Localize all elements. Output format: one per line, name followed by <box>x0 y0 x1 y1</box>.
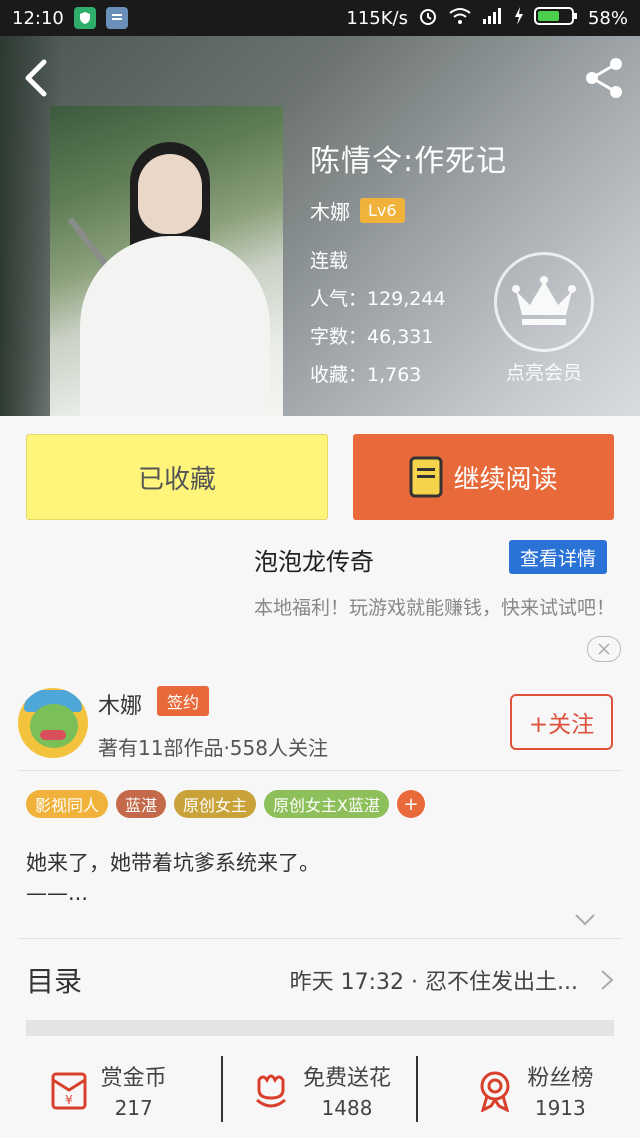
send-flower-button[interactable]: 免费送花 1488 <box>213 1050 426 1130</box>
svg-text:¥: ¥ <box>65 1093 73 1107</box>
share-icon <box>586 58 622 98</box>
flower-label: 免费送花 <box>302 1066 391 1091</box>
close-icon <box>598 643 610 655</box>
tag-item[interactable]: 原创女主X蓝湛 <box>264 790 390 818</box>
book-title: 陈情令:作死记 <box>310 144 508 179</box>
author-card: 木娜 签约 著有11部作品·558人关注 +关注 <box>0 684 640 770</box>
book-author[interactable]: 木娜 <box>310 196 350 225</box>
chevron-down-icon <box>575 914 595 926</box>
alarm-icon <box>418 6 438 31</box>
share-button[interactable] <box>580 56 630 100</box>
tag-item[interactable]: 蓝湛 <box>116 790 167 818</box>
toc-label: 目录 <box>26 965 83 998</box>
book-status: 连载 <box>310 250 349 272</box>
fan-ranking-button[interactable]: 粉丝榜 1913 <box>427 1050 640 1130</box>
flower-icon <box>256 1074 286 1108</box>
ad-description[interactable]: 本地福利！玩游戏就能赚钱，快来试试吧！ <box>254 594 616 622</box>
vip-button[interactable]: 点亮会员 <box>494 252 594 385</box>
fans-label: 粉丝榜 <box>527 1066 594 1091</box>
author-meta: 著有11部作品·558人关注 <box>98 736 328 760</box>
battery-percent: 58% <box>587 7 628 29</box>
tag-item[interactable]: 影视同人 <box>26 790 109 818</box>
crown-icon <box>512 276 576 325</box>
synopsis[interactable]: 她来了，她带着坑爹系统来了。 ——... <box>26 848 616 908</box>
signal-icon <box>482 7 504 30</box>
reward-label: 赏金币 <box>100 1066 167 1091</box>
book-popularity: 人气：129,244 <box>310 288 446 310</box>
divider <box>18 938 622 939</box>
continue-reading-label: 继续阅读 <box>453 464 558 495</box>
shield-icon <box>73 7 96 29</box>
reward-value: 217 <box>114 1096 153 1120</box>
charging-icon <box>514 6 524 30</box>
book-cover-image[interactable] <box>50 106 283 416</box>
ad-detail-button[interactable]: 查看详情 <box>509 540 607 574</box>
wifi-icon <box>448 7 472 30</box>
status-bar: 12:10 115K/s 58% <box>0 0 640 36</box>
synopsis-line: 她来了，她带着坑爹系统来了。 <box>26 851 320 875</box>
section-separator <box>26 1020 614 1036</box>
ad-title[interactable]: 泡泡龙传奇 <box>254 542 374 577</box>
net-speed: 115K/s <box>346 7 408 29</box>
book-favorites: 收藏：1,763 <box>310 364 422 386</box>
battery-icon <box>533 6 578 31</box>
synopsis-line: ——... <box>26 881 89 905</box>
fans-value: 1913 <box>534 1096 586 1120</box>
chevron-left-icon <box>25 59 47 97</box>
divider <box>221 1056 223 1122</box>
chevron-right-icon <box>600 969 614 991</box>
avatar[interactable] <box>18 688 88 758</box>
expand-synopsis-button[interactable] <box>574 912 596 926</box>
continue-reading-button[interactable]: 继续阅读 <box>353 434 614 520</box>
bottom-actions: ¥ 赏金币 217 免费送花 1488 粉丝榜 1913 <box>0 1050 640 1130</box>
signed-badge: 签约 <box>157 686 209 716</box>
tag-list: 影视同人 蓝湛 原创女主 原创女主X蓝湛 + <box>26 790 426 818</box>
notes-app-icon <box>105 7 128 29</box>
book-icon <box>409 456 443 498</box>
favorited-button[interactable]: 已收藏 <box>26 434 328 520</box>
add-tag-button[interactable]: + <box>397 790 426 818</box>
book-word-count: 字数：46,331 <box>310 326 434 348</box>
flower-value: 1488 <box>321 1096 373 1120</box>
table-of-contents-row[interactable]: 目录 昨天 17:32 · 忍不住发出土... <box>26 940 614 1020</box>
back-button[interactable] <box>16 56 56 100</box>
tag-item[interactable]: 原创女主 <box>174 790 257 818</box>
book-header: 陈情令:作死记 木娜 Lv6 连载 人气：129,244 字数：46,331 收… <box>0 36 640 416</box>
vip-label: 点亮会员 <box>505 362 582 384</box>
medal-icon <box>480 1071 510 1112</box>
divider <box>18 770 622 771</box>
red-envelope-icon: ¥ <box>51 1072 87 1110</box>
ad-close-button[interactable] <box>587 636 621 662</box>
author-level-badge: Lv6 <box>360 198 405 223</box>
status-time: 12:10 <box>12 7 64 29</box>
latest-chapter: 昨天 17:32 · 忍不住发出土... <box>289 970 578 995</box>
follow-button[interactable]: +关注 <box>510 694 613 750</box>
author-name[interactable]: 木娜 <box>98 688 142 720</box>
reward-coins-button[interactable]: ¥ 赏金币 217 <box>0 1050 213 1130</box>
divider <box>416 1056 418 1122</box>
